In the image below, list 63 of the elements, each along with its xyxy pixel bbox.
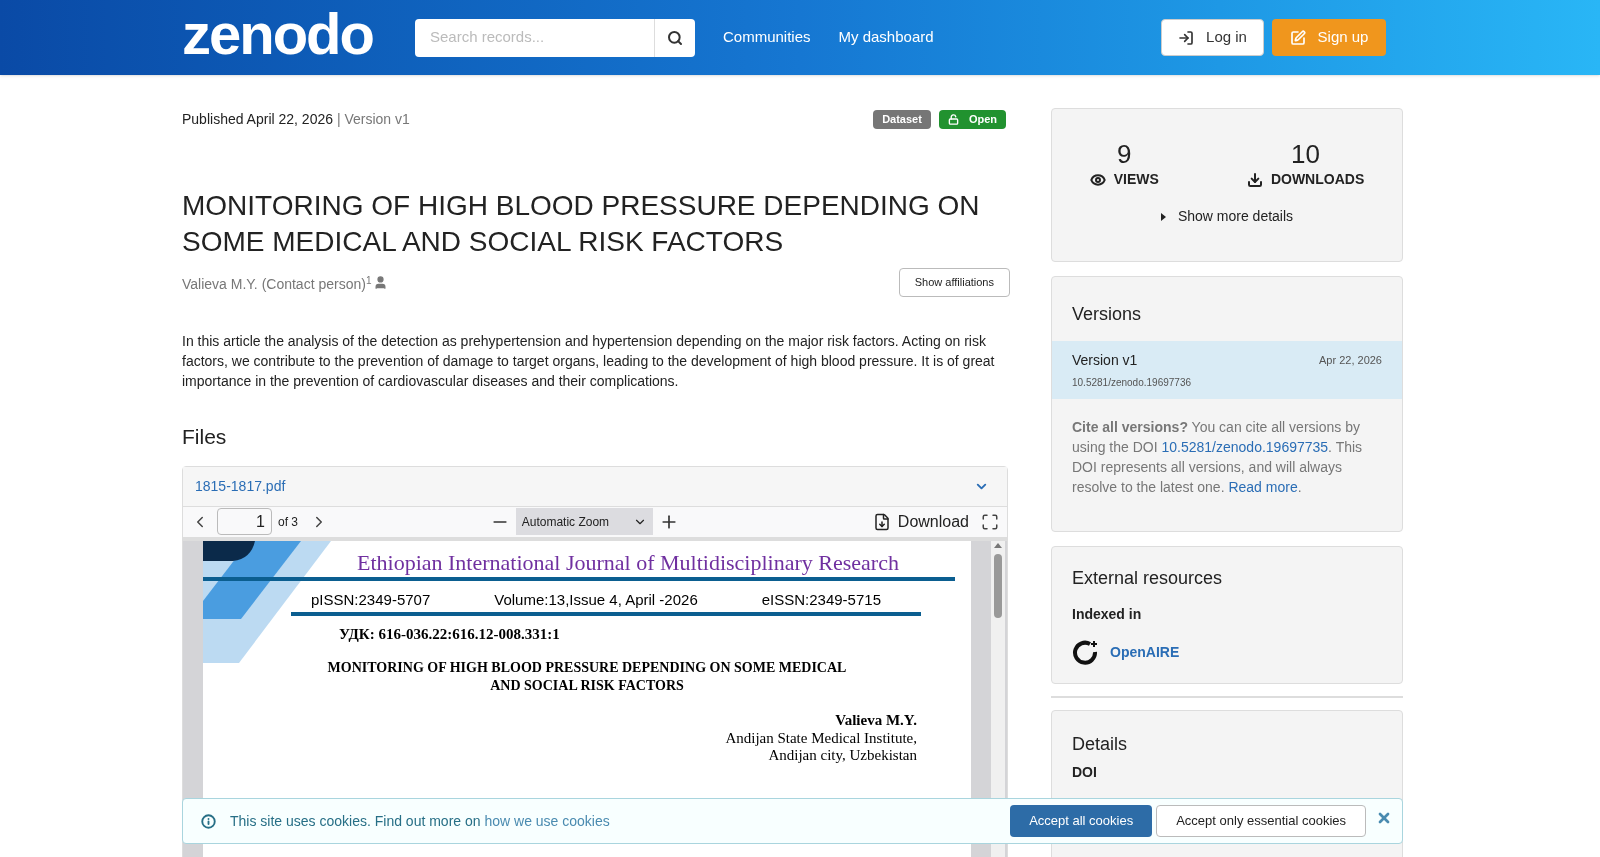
type-badge: Dataset xyxy=(873,109,931,129)
search-input[interactable]: Search records... xyxy=(415,26,654,49)
version-doi: 10.5281/zenodo.19697736 xyxy=(1072,376,1192,390)
nav-link[interactable]: Communities xyxy=(723,26,811,49)
download-icon xyxy=(1246,171,1263,188)
openaire-link[interactable]: OpenAIRE xyxy=(1110,641,1180,663)
show-more-details-button[interactable]: Show more details xyxy=(1160,206,1294,227)
files-heading: Files xyxy=(182,424,228,450)
page-count: of 3 xyxy=(278,513,298,531)
stat-label: DOWNLOADS xyxy=(1270,170,1365,189)
version-label: | Version v1 xyxy=(336,110,410,127)
eye-icon xyxy=(1089,171,1106,188)
versions-heading: Versions xyxy=(1071,303,1143,326)
cite-text: Cite all versions? You can cite all versions by using the DOI 10.5281/zenodo.19697735. This DOI represents all versions, and will always resolve to the latest one. Read more. xyxy=(1071,418,1364,497)
nav-link[interactable]: My dashboard xyxy=(838,26,934,49)
person-icon xyxy=(373,275,389,290)
creator-name[interactable]: Valieva M.Y. (Contact person)$^{1}$ xyxy=(182,274,372,295)
file-header[interactable]: 1815-1817.pdf xyxy=(183,466,1007,507)
login-button[interactable]: Log in xyxy=(1161,19,1264,56)
external-resources-heading: External resources xyxy=(1072,567,1224,590)
issn-text: Volume:13,Issue 4, April -2026 xyxy=(494,589,698,610)
show-affiliations-button[interactable]: Show affiliations xyxy=(898,268,1010,297)
version-item[interactable]: Version v1 Apr 22, 2026 10.5281/zenodo.19697736 xyxy=(1052,341,1402,399)
access-badge: Open xyxy=(938,109,1006,129)
affiliation-text: Andijan city, Uzbekistan xyxy=(767,747,917,764)
cookie-text: This site uses cookies. Find out more on how we use cookies xyxy=(230,811,610,831)
record-title: MONITORING OF HIGH BLOOD PRESSURE DEPENDING ON SOME MEDICAL AND SOCIAL RISK FACTORS xyxy=(182,189,981,259)
author-name: Valieva M.Y. xyxy=(834,711,917,730)
accept-essential-cookies-button[interactable]: Accept only essential cookies xyxy=(1156,805,1366,837)
stat-value: 10 xyxy=(1291,139,1320,169)
published-date: Published April 22, 2026 xyxy=(182,110,333,127)
info-icon xyxy=(201,813,216,829)
file-link[interactable]: 1815-1817.pdf xyxy=(195,475,286,497)
affiliation-text: Andijan State Medical Institute, xyxy=(724,730,917,747)
ring-logo-icon xyxy=(1072,639,1098,665)
cookie-policy-link[interactable]: how we use cookies xyxy=(484,812,610,829)
affiliation-mark: 1 xyxy=(365,275,372,286)
version-date: Apr 22, 2026 xyxy=(1319,353,1382,369)
detail-label: DOI xyxy=(1072,763,1098,782)
close-icon[interactable] xyxy=(1376,810,1392,826)
stat-label: VIEWS xyxy=(1113,170,1159,189)
issn-text: pISSN:2349-5707 xyxy=(311,589,431,610)
stat-value: 9 xyxy=(1117,139,1132,169)
fullscreen-icon[interactable] xyxy=(981,512,999,531)
zenodo-logo[interactable]: zenodo xyxy=(182,4,373,63)
accept-all-cookies-button[interactable]: Accept all cookies xyxy=(1010,805,1153,837)
page-number-field[interactable]: 1 xyxy=(217,508,272,535)
udk-text: УДК: 616-036.22:616.12-008.331:1 xyxy=(339,624,561,644)
read-more-link[interactable]: Read more xyxy=(1228,479,1298,495)
download-button[interactable]: Download xyxy=(872,509,969,534)
issn-text: eISSN:2349-5715 xyxy=(761,589,881,610)
details-heading: Details xyxy=(1072,733,1129,756)
zoom-select[interactable]: Automatic Zoom xyxy=(515,508,653,535)
search-field[interactable]: Search records... xyxy=(415,18,695,57)
login-icon xyxy=(1178,29,1195,46)
pencil-icon xyxy=(1289,29,1306,46)
download-icon xyxy=(872,512,891,531)
indexed-in-label: Indexed in xyxy=(1072,605,1143,624)
description-text: In this article the analysis of the detection as prehypertension and hypertension depending on the major risk factors. Acting on risk factors, we contribute to the prevention of damage to target organs, leading to the development of high blood pressure. It is of great importance in the prevention of cardiovascular diseases and their complications. xyxy=(182,332,996,391)
journal-title: Ethiopian International Journal of Multidisciplinary Research xyxy=(357,548,900,577)
version-title: Version v1 xyxy=(1072,351,1138,370)
paper-title: MONITORING OF HIGH BLOOD PRESSURE DEPENDING ON SOME MEDICAL AND SOCIAL RISK FACTORS xyxy=(326,659,848,695)
search-icon xyxy=(667,29,683,46)
